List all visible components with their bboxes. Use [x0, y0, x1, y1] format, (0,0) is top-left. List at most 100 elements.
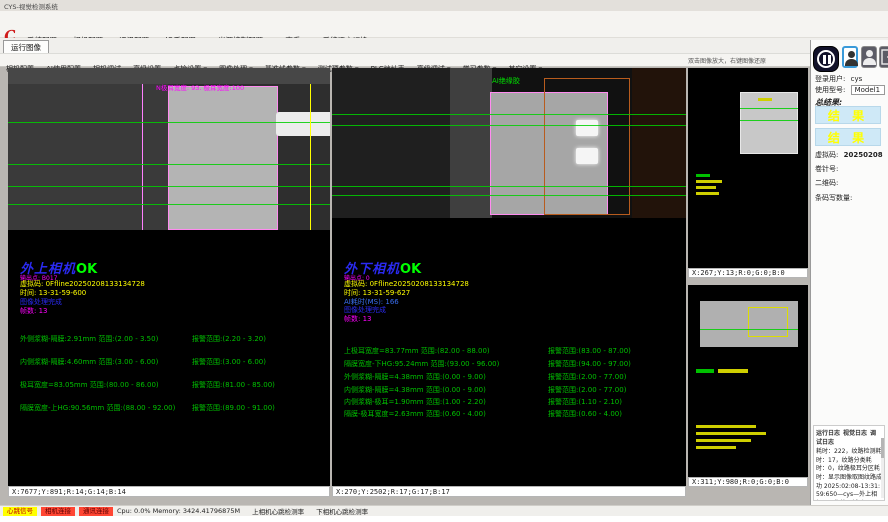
login-user-row: 登录用户: cys [815, 74, 862, 84]
menu-bar: C 系统配置 相机配置 通讯配置 IO手配置 ▾ 光源控制配置 ▾ 查看 ▾ 系… [0, 11, 888, 38]
log-scrollbar[interactable] [881, 438, 884, 498]
yellow-annotation [696, 186, 716, 189]
log-tab-run[interactable]: 运行日志 [816, 430, 840, 437]
model-select[interactable]: Model1 [851, 85, 885, 95]
camera-image-outer-lower[interactable]: AI绝缘胶 [332, 68, 686, 218]
measurement-row: 内侧浆糊-极耳=1.90mm 范围:(1.00 - 2.20) 报警范围:(1.… [344, 397, 680, 407]
green-guide-line [8, 186, 330, 187]
result-box-2: 结 果 [815, 128, 881, 146]
machine-body [8, 84, 168, 230]
yellow-roi-box [748, 307, 788, 337]
preview-panel-bottom[interactable] [688, 285, 808, 477]
alarm-range: 报警范围:(81.00 - 85.00) [192, 380, 324, 390]
app-window: CYS-视觉检测系统 C 系统配置 相机配置 通讯配置 IO手配置 ▾ 光源控制… [0, 0, 888, 522]
measurement-row: 隔膜-极耳宽度=2.63mm 范围:(0.60 - 4.00) 报警范围:(0.… [344, 409, 680, 419]
log-tab-vision[interactable]: 视觉日志 [843, 430, 867, 437]
image-annotation-label: N极耳宽度: 93. 极耳宽度:100 [156, 82, 244, 92]
title-bar: CYS-视觉检测系统 [0, 0, 888, 11]
virtual-code-row: 虚拟码: 20250208 [815, 150, 883, 160]
login-user-value: cys [851, 75, 863, 83]
measurement-row: 极耳宽度=83.05mm 范围:(80.00 - 86.00) 报警范围:(81… [20, 380, 324, 390]
log-text: 耗时：222，纹路检测耗时：17，纹路分类耗时：0，纹路极耳分区耗时：显示图像取… [816, 448, 882, 501]
cpu-memory-readout: Cpu: 0.0% Memory: 3424.41796875M [117, 507, 240, 515]
lower-camera-heartbeat-label: 下相机心跳检测率 [316, 506, 368, 516]
camera-panel-outer-upper[interactable]: N极耳宽度: 93. 极耳宽度:100 外上相机OK 输出点: B017 虚拟码… [8, 68, 330, 486]
measurement-row: 隔膜宽度-上HG:90.56mm 范围:(88.00 - 92.00) 报警范围… [20, 403, 324, 413]
measurement-row: 隔膜宽度-下HG:95.24mm 范围:(93.00 - 96.00) 报警范围… [344, 359, 680, 369]
camera-connection-badge: 相机连接 [41, 507, 75, 516]
yellow-annotation [696, 192, 719, 195]
bottom-margin [0, 516, 888, 522]
measurement-row: 内侧浆糊-隔膜=4.38mm 范围:(0.00 - 9.00) 报警范围:(2.… [344, 385, 680, 395]
yellow-annotation [718, 369, 748, 373]
preview-hint-text: 双击图像放大，右键图像还原 [688, 56, 808, 65]
frame-count-line: 帧数: 13 [344, 314, 372, 324]
green-guide-line [700, 329, 798, 330]
measure-text: 隔膜-极耳宽度=2.63mm 范围:(0.60 - 4.00) [344, 409, 486, 419]
yellow-annotation [696, 425, 756, 428]
pause-icon [817, 50, 835, 68]
green-guide-line [8, 164, 330, 165]
yellow-annotation [696, 180, 722, 183]
alarm-range: 报警范围:(3.00 - 6.00) [192, 357, 324, 367]
login-user-button[interactable] [842, 46, 858, 68]
green-guide-line [740, 120, 798, 121]
measure-text: 外侧浆糊-隔膜=4.38mm 范围:(0.00 - 9.00) [344, 372, 486, 382]
measurement-row: 外侧浆糊-隔膜=4.38mm 范围:(0.00 - 9.00) 报警范围:(2.… [344, 372, 680, 382]
control-sidebar: 登录用户: cys 使用型号: Model1 总结果: 结 果 结 果 虚拟码:… [810, 40, 888, 505]
heartbeat-status-badge: 心跳信号 [3, 507, 37, 516]
result-box-1: 结 果 [815, 106, 881, 124]
needle-number-label: 卷针号: [815, 164, 838, 174]
coords-readout-center: X:270;Y:2502;R:17;G:17;B:17 [332, 486, 686, 497]
green-guide-line [332, 186, 686, 187]
green-guide-line [332, 125, 686, 126]
measure-text: 内侧浆糊-隔膜:4.60mm 范围:(3.00 - 6.00) [20, 357, 158, 367]
alarm-range: 报警范围:(0.60 - 4.00) [548, 409, 680, 419]
model-label: 使用型号: [815, 86, 845, 94]
user-login-icon [848, 51, 855, 58]
image-annotation-label: AI绝缘胶 [492, 76, 520, 86]
log-tabs: 运行日志视觉日志调试日志 [816, 428, 882, 446]
coords-readout-preview-top: X:267;Y:13;R:0;G:0;B:0 [688, 268, 808, 278]
pause-button[interactable] [813, 46, 839, 72]
yellow-guide-line [310, 84, 311, 230]
user-icon [866, 50, 873, 57]
green-guide-line [8, 204, 330, 205]
tab-strip: 运行图像 [0, 38, 888, 53]
preview-panel-top[interactable] [688, 68, 808, 268]
login-user-label: 登录用户: [815, 75, 845, 83]
status-bar: 心跳信号 相机连接 通讯连接 Cpu: 0.0% Memory: 3424.41… [0, 505, 888, 516]
coords-readout-preview-bottom: X:311;Y:980;R:0;G:0;B:0 [688, 477, 808, 487]
status-ok-label: OK [76, 262, 97, 277]
yellow-annotation [696, 446, 736, 449]
alarm-range: 报警范围:(2.00 - 77.00) [548, 385, 680, 395]
measure-text: 外侧浆糊-隔膜:2.91mm 范围:(2.00 - 3.50) [20, 334, 158, 344]
scrollbar-thumb[interactable] [881, 438, 884, 458]
measurement-row: 上极耳宽度=83.77mm 范围:(82.00 - 88.00) 报警范围:(8… [344, 346, 680, 356]
green-guide-line [740, 108, 798, 109]
exit-button[interactable] [879, 46, 888, 68]
alarm-range: 报警范围:(83.00 - 87.00) [548, 346, 680, 356]
bright-blob [576, 120, 598, 136]
camera-image-outer-upper[interactable]: N极耳宽度: 93. 极耳宽度:100 [8, 68, 330, 230]
log-panel[interactable]: 运行日志视觉日志调试日志 耗时：222，纹路检测耗时：17，纹路分类耗时：0，纹… [813, 425, 885, 501]
camera-panel-outer-lower[interactable]: AI绝缘胶 外下相机OK 输出点: 0 虚拟码: 0Ffline20250208… [332, 68, 686, 486]
alarm-range: 报警范围:(1.10 - 2.10) [548, 397, 680, 407]
coords-readout-left: X:7677;Y:891;R:14;G:14;B:14 [8, 486, 330, 497]
green-guide-line [332, 195, 686, 196]
alarm-range: 报警范围:(89.00 - 91.00) [192, 403, 324, 413]
upper-camera-heartbeat-label: 上相机心跳检测率 [252, 506, 304, 516]
yellow-annotation [696, 432, 766, 435]
exit-door-icon [881, 49, 888, 65]
measure-text: 内侧浆糊-隔膜=4.38mm 范围:(0.00 - 9.00) [344, 385, 486, 395]
yellow-annotation [696, 439, 751, 442]
preview-image-region [740, 92, 798, 154]
window-title: CYS-视觉检测系统 [4, 3, 58, 11]
alarm-range: 报警范围:(2.20 - 3.20) [192, 334, 324, 344]
measurement-row: 外侧浆糊-隔膜:2.91mm 范围:(2.00 - 3.50) 报警范围:(2.… [20, 334, 324, 344]
tab-connector [276, 112, 330, 136]
switch-user-button[interactable] [861, 46, 877, 68]
green-annotation [696, 174, 710, 177]
virtual-code-label: 虚拟码: [815, 151, 838, 159]
alarm-range: 报警范围:(2.00 - 77.00) [548, 372, 680, 382]
